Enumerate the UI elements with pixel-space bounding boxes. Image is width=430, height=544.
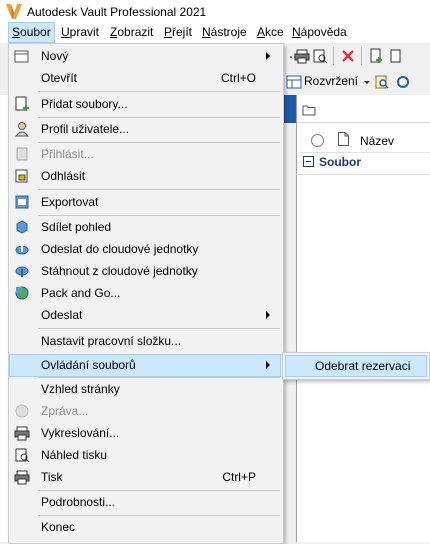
login-icon <box>16 147 28 161</box>
add-file-icon <box>15 96 29 111</box>
menu-item-add-files[interactable]: Přidat soubory... <box>10 94 280 115</box>
window-title: Autodesk Vault Professional 2021 <box>27 5 207 19</box>
group-label: Soubor <box>319 155 361 169</box>
menu-item-download-cloud[interactable]: Stáhnout z cloudové jednotky <box>10 261 280 282</box>
group-row-soubor[interactable]: Soubor <box>303 155 361 169</box>
menu-item-new[interactable]: Nový <box>10 46 280 67</box>
title-bar: Autodesk Vault Professional 2021 <box>0 0 430 23</box>
menu-item-pack-go[interactable]: Pack and Go... <box>10 283 280 304</box>
logout-icon <box>15 169 28 183</box>
menu-item-file-controls[interactable]: Ovládání souborů <box>9 354 281 377</box>
menu-item-send-cloud[interactable]: Odeslat do cloudové jednotky <box>10 239 280 260</box>
menu-item-login[interactable]: Přihlásit... <box>10 144 280 165</box>
print-icon <box>14 470 30 485</box>
menu-item-page-setup[interactable]: Vzhled stránky <box>10 379 280 400</box>
menu-upravit[interactable]: Upravit <box>58 23 102 42</box>
menu-akce[interactable]: Akce <box>254 23 287 42</box>
folder-icon <box>302 105 316 116</box>
toolbar-secondary: Rozvržení <box>282 69 430 95</box>
pack-and-go-icon <box>15 286 29 300</box>
search-icon[interactable] <box>374 74 390 90</box>
layout-button[interactable]: Rozvržení <box>304 74 358 88</box>
menu-item-share-view[interactable]: Sdílet pohled <box>10 217 280 238</box>
pane-splitter[interactable] <box>282 95 296 123</box>
print-preview-icon <box>15 448 30 463</box>
folder-new-icon <box>14 50 29 63</box>
message-icon <box>15 404 29 418</box>
cloud-upload-icon <box>15 245 29 255</box>
menu-item-open[interactable]: Otevřít Ctrl+O <box>10 68 280 89</box>
divider <box>296 174 430 175</box>
menu-item-exit[interactable]: Konec <box>10 517 280 538</box>
select-all-radio[interactable] <box>311 134 324 147</box>
menu-item-details[interactable]: Podrobnosti... <box>10 492 280 513</box>
pane-header <box>297 100 430 123</box>
menu-item-undo-checkout[interactable]: Odebrat rezervaci <box>285 355 427 377</box>
menu-item-logout[interactable]: Odhlásit <box>10 166 280 187</box>
menu-item-print[interactable]: Tisk Ctrl+P <box>10 467 280 488</box>
refresh-icon[interactable] <box>395 74 411 90</box>
column-name-header[interactable]: Název <box>360 134 394 148</box>
menu-item-send[interactable]: Odeslat <box>10 305 280 326</box>
submenu-arrow-icon <box>266 311 270 319</box>
export-icon <box>15 195 29 209</box>
share-view-icon <box>16 220 28 234</box>
menu-napoveda[interactable]: Nápověda <box>289 23 350 42</box>
cloud-download-icon <box>15 266 29 277</box>
left-pane <box>0 95 8 542</box>
document-icon <box>338 132 349 146</box>
menu-item-plot[interactable]: Vykreslování... <box>10 423 280 444</box>
layout-icon[interactable] <box>286 74 302 90</box>
menu-item-message[interactable]: Zpráva... <box>10 401 280 422</box>
toolbar-more-icon[interactable] <box>388 48 404 64</box>
collapse-icon[interactable] <box>303 156 314 168</box>
file-menu: Nový Otevřít Ctrl+O Přidat soubory... Pr… <box>8 43 284 544</box>
menu-item-user-profile[interactable]: Profil uživatele... <box>10 119 280 140</box>
menu-zobrazit[interactable]: Zobrazit <box>107 23 156 42</box>
print-preview-icon[interactable] <box>312 48 328 64</box>
menu-nastroje[interactable]: Nástroje <box>199 23 250 42</box>
file-controls-submenu: Odebrat rezervaci <box>282 352 430 380</box>
plot-icon <box>14 426 30 441</box>
vault-logo-icon <box>6 4 22 19</box>
print-icon[interactable] <box>294 48 310 64</box>
submenu-arrow-icon <box>266 361 270 369</box>
delete-icon[interactable] <box>340 48 356 64</box>
menu-item-export[interactable]: Exportovat <box>10 192 280 213</box>
menu-bar: Soubor Upravit Zobrazit Přejít Nástroje … <box>0 22 430 43</box>
toolbar-main <box>282 43 430 69</box>
submenu-arrow-icon <box>266 52 270 60</box>
menu-soubor[interactable]: Soubor <box>8 22 55 43</box>
menu-item-print-preview[interactable]: Náhled tisku <box>10 445 280 466</box>
add-file-icon[interactable] <box>368 48 384 64</box>
menu-prejit[interactable]: Přejít <box>161 23 195 42</box>
user-icon <box>14 122 30 137</box>
menu-item-set-working-folder[interactable]: Nastavit pracovní složku... <box>10 331 280 352</box>
